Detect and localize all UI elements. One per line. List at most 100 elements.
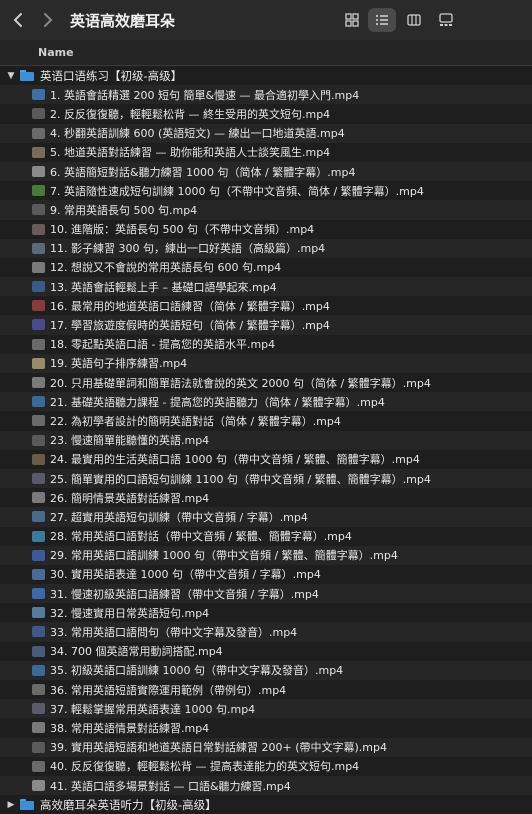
column-header-name[interactable]: Name <box>38 46 74 59</box>
forward-button[interactable] <box>36 8 60 32</box>
file-row[interactable]: 33. 常用英語口語問句（帶中文字幕及發音）.mp4 <box>0 622 532 642</box>
video-thumbnail-icon <box>32 281 45 293</box>
chevron-down-icon[interactable]: ▼ <box>6 71 16 81</box>
file-list: ▼ 英语口语练习【初级-高级】 1. 英語會話精選 200 短句 簡單&慢速 — 最… <box>0 66 532 814</box>
file-row[interactable]: 5. 地道英語對話練習 — 助你能和英語人士談笑風生.mp4 <box>0 143 532 162</box>
gallery-view-icon <box>439 13 453 26</box>
video-thumbnail-icon <box>32 760 45 772</box>
file-row[interactable]: 37. 輕鬆掌握常用英語表達 1000 句.mp4 <box>0 699 532 719</box>
gallery-view-button[interactable] <box>432 8 460 32</box>
video-thumbnail-icon <box>32 607 45 619</box>
file-row[interactable]: 30. 實用英語表達 1000 句（帶中文音頻 / 字幕）.mp4 <box>0 565 532 584</box>
file-label: 10. 進階版：英語長句 500 句（不帶中文音頻）.mp4 <box>50 223 315 237</box>
file-row[interactable]: 38. 常用英語情景對話練習.mp4 <box>0 718 532 737</box>
grid-view-icon <box>345 13 359 27</box>
file-row[interactable]: 21. 基礎英語聽力課程 - 提高您的英語聽力（简体 / 繁體字幕）.mp4 <box>0 392 532 412</box>
file-label: 35. 初級英語口語訓練 1000 句（帶中文字幕及發音）.mp4 <box>50 664 344 678</box>
grid-view-button[interactable] <box>338 8 366 32</box>
video-thumbnail-icon <box>32 703 45 715</box>
video-thumbnail-icon <box>32 319 45 331</box>
file-label: 41. 英語口語多場景對話 — 口語&聽力練習.mp4 <box>50 779 291 793</box>
video-thumbnail-icon <box>32 223 45 235</box>
file-row[interactable]: 18. 零起點英語口語 - 提高您的英語水平.mp4 <box>0 335 532 354</box>
file-row[interactable]: 31. 慢速初級英語口語練習（帶中文音頻 / 字幕）.mp4 <box>0 584 532 604</box>
file-label: 13. 英語會話輕鬆上手 – 基礎口語學起來.mp4 <box>50 280 277 294</box>
file-row[interactable]: 25. 簡單實用的口語短句訓練 1100 句（帶中文音頻 / 繁體、簡體字幕）.… <box>0 468 532 489</box>
file-row[interactable]: 16. 最常用的地道英語口語練習（简体 / 繁體字幕）.mp4 <box>0 296 532 315</box>
file-row[interactable]: 1. 英語會話精選 200 短句 簡單&慢速 — 最合適初學入門.mp4 <box>0 85 532 105</box>
file-row[interactable]: 11. 影子練習 300 句，練出一口好英語（高級篇）.mp4 <box>0 238 532 258</box>
file-row[interactable]: 26. 簡明情景英語對話練習.mp4 <box>0 488 532 507</box>
video-thumbnail-icon <box>32 357 45 369</box>
file-row[interactable]: 24. 最實用的生活英語口語 1000 句（帶中文音頻 / 繁體、簡體字幕）.m… <box>0 450 532 469</box>
file-row[interactable]: 23. 慢速簡單能聽懂的英語.mp4 <box>0 430 532 450</box>
file-row[interactable]: 40. 反反復復聽，輕輕鬆松背 — 提高表達能力的英文短句.mp4 <box>0 757 532 776</box>
file-label: 24. 最實用的生活英語口語 1000 句（帶中文音頻 / 繁體、簡體字幕）.m… <box>50 453 420 467</box>
video-thumbnail-icon <box>32 684 45 695</box>
file-label: 17. 學習旅遊度假時的英語短句（简体 / 繁體字幕）.mp4 <box>50 319 330 333</box>
video-thumbnail-icon <box>32 549 45 561</box>
file-row[interactable]: 32. 慢速實用日常英語短句.mp4 <box>0 603 532 622</box>
file-row[interactable]: 17. 學習旅遊度假時的英語短句（简体 / 繁體字幕）.mp4 <box>0 315 532 335</box>
file-row[interactable]: 22. 為初學者設計的簡明英語對話（简体 / 繁體字幕）.mp4 <box>0 411 532 430</box>
video-thumbnail-icon <box>32 741 45 753</box>
file-row[interactable]: 9. 常用英語長句 500 句.mp4 <box>0 200 532 220</box>
file-row[interactable]: 19. 英語句子排序練習.mp4 <box>0 353 532 373</box>
file-label: 2. 反反復復聽，輕輕鬆松背 — 終生受用的英文短句.mp4 <box>50 107 331 121</box>
video-thumbnail-icon <box>32 146 45 158</box>
file-row[interactable]: 34. 700 個英語常用動詞搭配.mp4 <box>0 642 532 661</box>
file-label: 38. 常用英語情景對話練習.mp4 <box>50 721 210 735</box>
file-label: 26. 簡明情景英語對話練習.mp4 <box>50 491 210 505</box>
list-view-button[interactable] <box>368 8 396 32</box>
list-view-icon <box>376 15 388 25</box>
file-label: 22. 為初學者設計的簡明英語對話（简体 / 繁體字幕）.mp4 <box>50 414 341 428</box>
file-label: 30. 實用英語表達 1000 句（帶中文音頻 / 字幕）.mp4 <box>50 568 321 582</box>
file-label: 39. 實用英語短語和地道英語日常對話練習 200+ (帶中文字幕).mp4 <box>50 741 387 755</box>
folder-row[interactable]: ▶ 高效磨耳朵英语听力【初级-高级】 <box>0 795 532 814</box>
file-row[interactable]: 20. 只用基礎單詞和簡單語法就會說的英文 2000 句（简体 / 繁體字幕）.… <box>0 373 532 392</box>
file-label: 9. 常用英語長句 500 句.mp4 <box>50 203 198 217</box>
file-row[interactable]: 12. 想說又不會說的常用英語長句 600 句.mp4 <box>0 258 532 277</box>
column-view-button[interactable] <box>400 8 428 32</box>
file-row[interactable]: 27. 超實用英語短句訓練（帶中文音頻 / 字幕）.mp4 <box>0 507 532 527</box>
file-row[interactable]: 28. 常用英語口語對話（帶中文音頻 / 繁體、簡體字幕）.mp4 <box>0 527 532 546</box>
video-thumbnail-icon <box>32 779 45 791</box>
file-row[interactable]: 29. 常用英語口語訓練 1000 句（帶中文音頻 / 繁體、簡體字幕）.mp4 <box>0 545 532 565</box>
file-row[interactable]: 4. 秒翻英語訓練 600 (英語短文) — 練出一口地道英語.mp4 <box>0 123 532 143</box>
file-label: 31. 慢速初級英語口語練習（帶中文音頻 / 字幕）.mp4 <box>50 587 319 601</box>
video-thumbnail-icon <box>32 492 45 504</box>
file-label: 28. 常用英語口語對話（帶中文音頻 / 繁體、簡體字幕）.mp4 <box>50 530 352 544</box>
folder-icon <box>20 799 34 811</box>
folder-row[interactable]: ▼ 英语口语练习【初级-高级】 <box>0 66 532 85</box>
video-thumbnail-icon <box>32 165 45 177</box>
file-row[interactable]: 35. 初級英語口語訓練 1000 句（帶中文字幕及發音）.mp4 <box>0 660 532 680</box>
file-label: 18. 零起點英語口語 - 提高您的英語水平.mp4 <box>50 338 276 352</box>
file-row[interactable]: 39. 實用英語短語和地道英語日常對話練習 200+ (帶中文字幕).mp4 <box>0 737 532 757</box>
file-label: 34. 700 個英語常用動詞搭配.mp4 <box>50 645 223 659</box>
file-row[interactable]: 41. 英語口語多場景對話 — 口語&聽力練習.mp4 <box>0 775 532 796</box>
file-label: 29. 常用英語口語訓練 1000 句（帶中文音頻 / 繁體、簡體字幕）.mp4 <box>50 549 398 563</box>
file-row[interactable]: 10. 進階版：英語長句 500 句（不帶中文音頻）.mp4 <box>0 220 532 239</box>
file-row[interactable]: 36. 常用英語短語實際運用範例（帶例句）.mp4 <box>0 680 532 699</box>
video-thumbnail-icon <box>32 242 45 254</box>
file-row[interactable]: 6. 英語簡短對話&聽力練習 1000 句（简体 / 繁體字幕）.mp4 <box>0 161 532 182</box>
file-label: 6. 英語簡短對話&聽力練習 1000 句（简体 / 繁體字幕）.mp4 <box>50 165 356 179</box>
video-thumbnail-icon <box>32 415 45 427</box>
back-button[interactable] <box>6 8 30 32</box>
video-thumbnail-icon <box>32 108 45 120</box>
file-row[interactable]: 2. 反反復復聽，輕輕鬆松背 — 終生受用的英文短句.mp4 <box>0 104 532 123</box>
toolbar: 英语高效磨耳朵 <box>0 0 532 40</box>
window-title: 英语高效磨耳朵 <box>70 12 176 30</box>
file-label: 4. 秒翻英語訓練 600 (英語短文) — 練出一口地道英語.mp4 <box>50 127 345 141</box>
video-thumbnail-icon <box>32 511 45 523</box>
file-label: 36. 常用英語短語實際運用範例（帶例句）.mp4 <box>50 683 287 697</box>
folder-label: 英语口语练习【初级-高级】 <box>40 68 183 83</box>
file-label: 12. 想說又不會說的常用英語長句 600 句.mp4 <box>50 261 282 275</box>
chevron-left-icon <box>13 13 22 27</box>
video-thumbnail-icon <box>32 261 45 273</box>
file-row[interactable]: 13. 英語會話輕鬆上手 – 基礎口語學起來.mp4 <box>0 277 532 297</box>
video-thumbnail-icon <box>32 338 45 350</box>
video-thumbnail-icon <box>32 185 45 197</box>
chevron-right-icon[interactable]: ▶ <box>6 800 16 810</box>
file-row[interactable]: 7. 英語隨性速成短句訓練 1000 句（不帶中文音頻、简体 / 繁體字幕）.m… <box>0 181 532 200</box>
